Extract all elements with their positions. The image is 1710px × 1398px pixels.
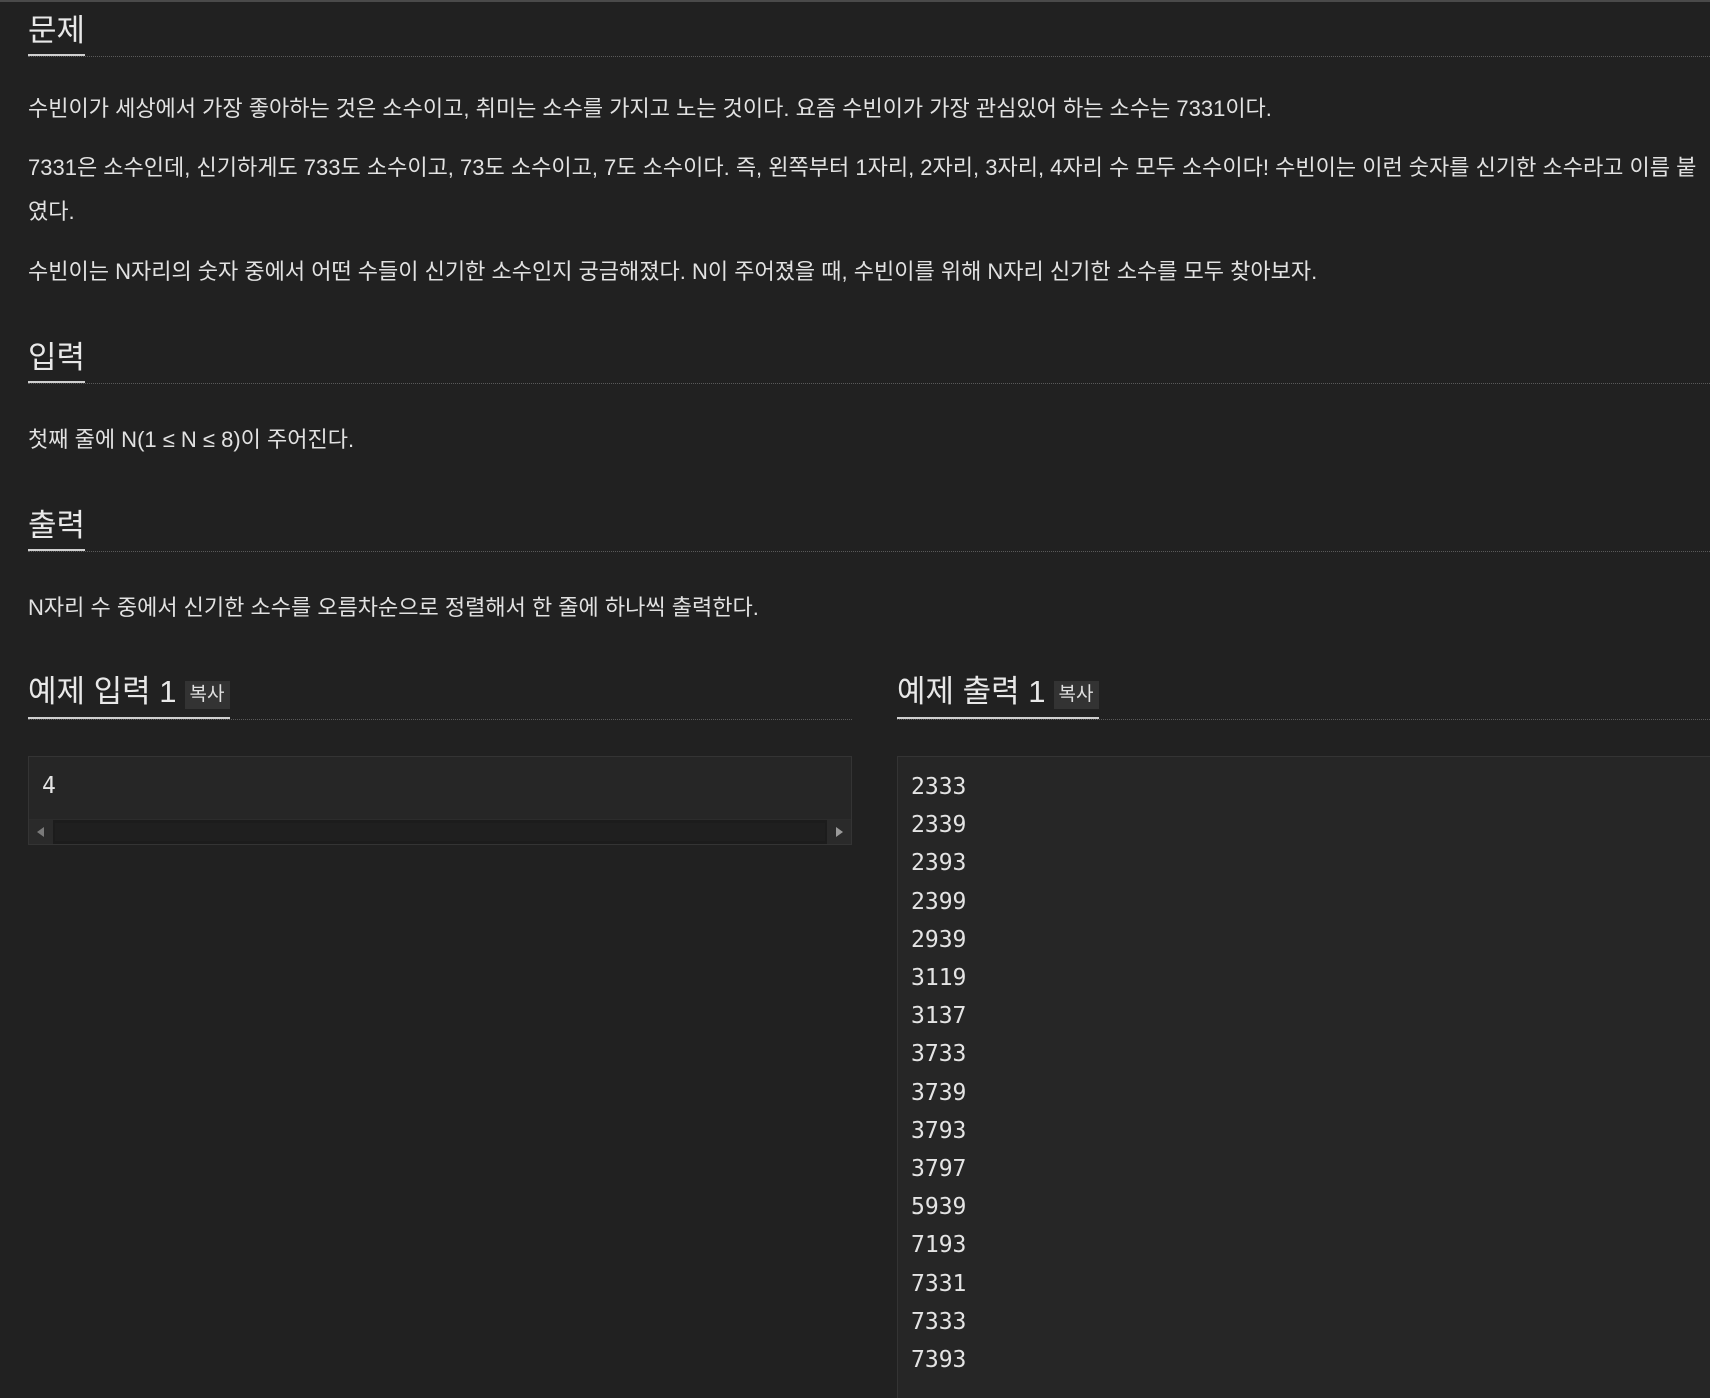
triangle-right-icon[interactable] bbox=[827, 820, 851, 844]
problem-paragraph-2: 7331은 소수인데, 신기하게도 733도 소수이고, 73도 소수이고, 7… bbox=[28, 155, 1697, 224]
output-description: N자리 수 중에서 신기한 소수를 오름차순으로 정렬해서 한 줄에 하나씩 출… bbox=[28, 595, 759, 620]
sample-input-header: 예제 입력 1 복사 bbox=[28, 663, 852, 720]
sample-input-copy-button[interactable]: 복사 bbox=[184, 681, 230, 709]
sample-input-box: 4 bbox=[28, 756, 852, 845]
problem-paragraph-3: 수빈이는 N자리의 숫자 중에서 어떤 수들이 신기한 소수인지 궁금해졌다. … bbox=[28, 259, 1318, 284]
sample-input-scrollbar[interactable] bbox=[29, 819, 851, 844]
sample-output-title-wrap: 예제 출력 1 복사 bbox=[897, 676, 1099, 719]
problem-title: 문제 bbox=[28, 15, 86, 56]
sample-output-box: 2333 2339 2393 2399 2939 3119 3137 3733 … bbox=[897, 756, 1710, 1398]
input-section-header: 입력 bbox=[28, 327, 1710, 384]
sample-output-header: 예제 출력 1 복사 bbox=[897, 663, 1710, 720]
problem-paragraph-1: 수빈이가 세상에서 가장 좋아하는 것은 소수이고, 취미는 소수를 가지고 노… bbox=[28, 96, 1272, 121]
scrollbar-track[interactable] bbox=[55, 823, 825, 841]
input-description: 첫째 줄에 N(1 ≤ N ≤ 8)이 주어진다. bbox=[28, 427, 355, 452]
triangle-left-icon[interactable] bbox=[29, 820, 53, 844]
sample-input-title: 예제 입력 1 bbox=[28, 674, 177, 709]
sample-output-title: 예제 출력 1 bbox=[897, 674, 1046, 709]
sample-output-copy-button[interactable]: 복사 bbox=[1053, 681, 1099, 709]
output-section-header: 출력 bbox=[28, 495, 1710, 552]
input-title: 입력 bbox=[28, 342, 86, 383]
problem-section-header: 문제 bbox=[28, 0, 1710, 57]
sample-input-title-wrap: 예제 입력 1 복사 bbox=[28, 676, 230, 719]
sample-input-content[interactable]: 4 bbox=[29, 757, 851, 822]
output-title: 출력 bbox=[28, 510, 86, 551]
sample-output-content[interactable]: 2333 2339 2393 2399 2939 3119 3137 3733 … bbox=[898, 757, 1710, 1379]
